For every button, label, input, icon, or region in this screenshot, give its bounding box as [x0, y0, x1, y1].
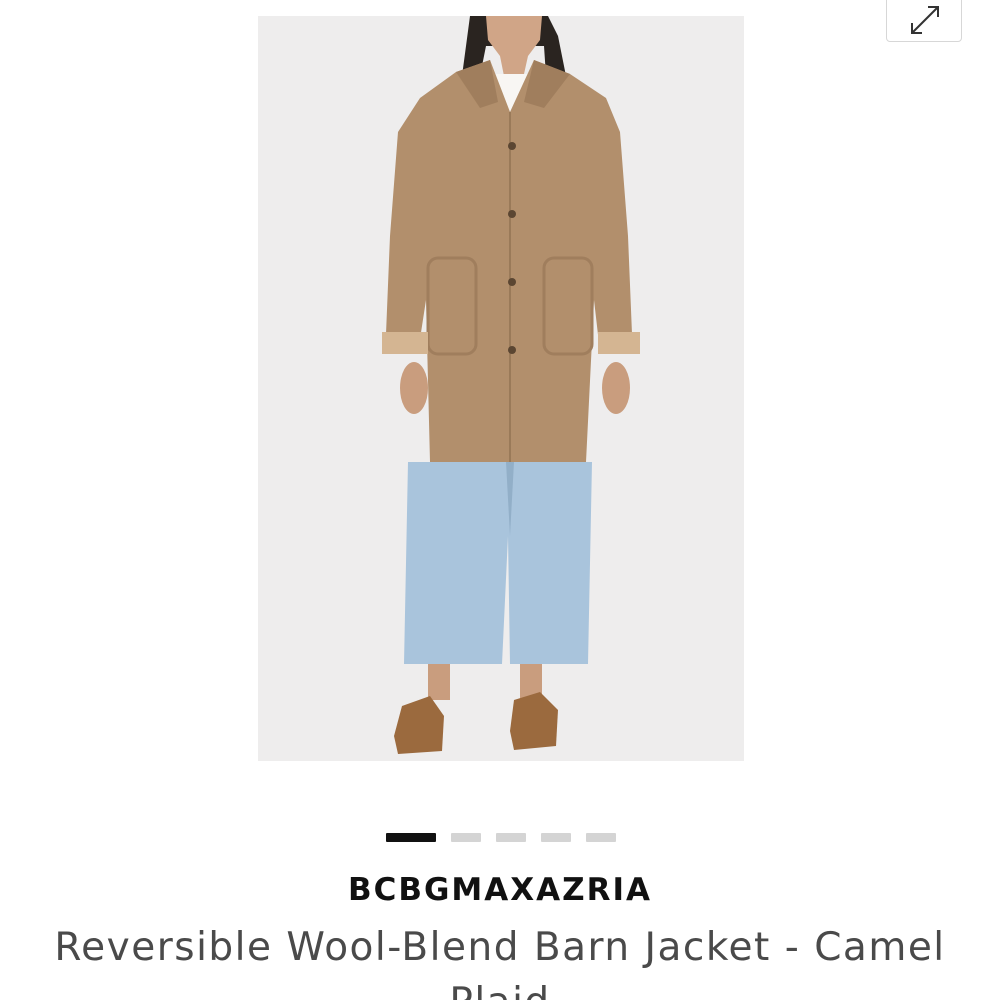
- expand-arrows-icon: [911, 6, 939, 34]
- carousel-dot-3[interactable]: [496, 833, 526, 842]
- carousel-dot-1[interactable]: [386, 833, 436, 842]
- carousel-dot-2[interactable]: [451, 833, 481, 842]
- model-illustration: [258, 16, 744, 761]
- carousel-dot-4[interactable]: [541, 833, 571, 842]
- carousel-indicator: [386, 833, 616, 843]
- product-page: BCBGMAXAZRIA Reversible Wool-Blend Barn …: [0, 0, 1000, 1000]
- brand-name[interactable]: BCBGMAXAZRIA: [0, 872, 1000, 908]
- carousel-dot-5[interactable]: [586, 833, 616, 842]
- product-title: Reversible Wool-Blend Barn Jacket - Came…: [54, 925, 946, 1000]
- expand-image-button[interactable]: [886, 0, 962, 42]
- product-image[interactable]: [258, 16, 744, 761]
